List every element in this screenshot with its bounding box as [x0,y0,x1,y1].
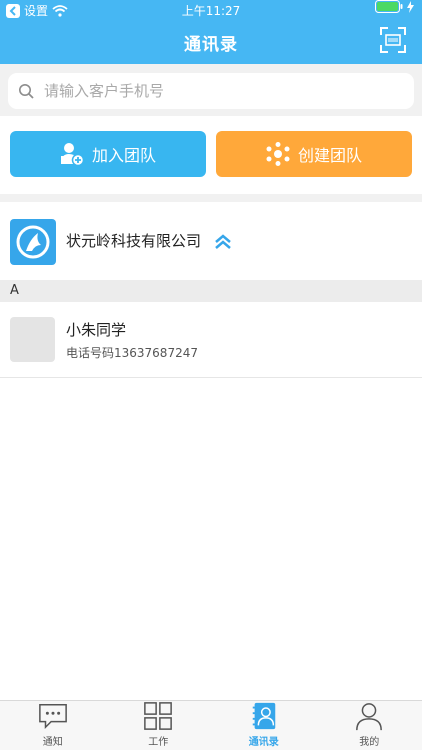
tab-label: 通讯录 [248,737,279,748]
collapse-chevron-icon[interactable] [214,233,232,251]
person-icon [356,703,383,731]
section-index-letter: A [0,280,422,302]
search-input[interactable] [42,81,414,101]
scan-icon [380,27,406,53]
create-team-button[interactable]: 创建团队 [216,131,412,177]
tab-label: 通知 [42,737,63,748]
company-row[interactable]: 状元岭科技有限公司 [0,202,422,280]
create-team-label: 创建团队 [297,146,362,165]
tab-contacts[interactable]: 通讯录 [211,701,317,750]
search-icon [19,84,34,99]
search-area [0,64,422,116]
contacts-book-icon [252,702,275,730]
company-logo-icon [16,225,50,259]
battery-area [375,0,414,13]
bottom-tab-bar: 通知 工作 通讯录 我的 [0,700,422,750]
contact-name: 小朱同学 [66,321,127,339]
charging-bolt-icon [407,0,414,13]
network-icon [266,142,290,166]
avatar [10,317,55,362]
scan-button[interactable] [380,27,406,53]
status-time: 上午11:27 [181,4,241,18]
tab-work[interactable]: 工作 [106,701,212,750]
top-header: 设置 上午11:27 通讯录 [0,0,422,64]
empty-list-area [0,378,422,700]
page-title: 通讯录 [184,35,238,55]
battery-icon [375,0,403,13]
join-team-label: 加入团队 [91,146,156,165]
company-name: 状元岭科技有限公司 [66,232,202,250]
grid-icon [144,702,173,730]
tab-profile[interactable]: 我的 [317,701,422,750]
tab-label: 工作 [148,737,169,748]
team-actions: 加入团队 创建团队 [0,116,422,194]
contact-phone: 电话号码13637687247 [66,346,198,360]
search-box[interactable] [8,73,414,109]
tab-notifications[interactable]: 通知 [0,701,106,750]
chat-icon [38,704,67,730]
tab-label: 我的 [359,737,380,748]
join-team-button[interactable]: 加入团队 [10,131,206,177]
company-logo [10,219,56,265]
add-person-icon [60,143,84,166]
status-bar: 设置 上午11:27 [0,0,422,22]
contact-row[interactable]: 小朱同学 电话号码13637687247 [0,302,422,378]
